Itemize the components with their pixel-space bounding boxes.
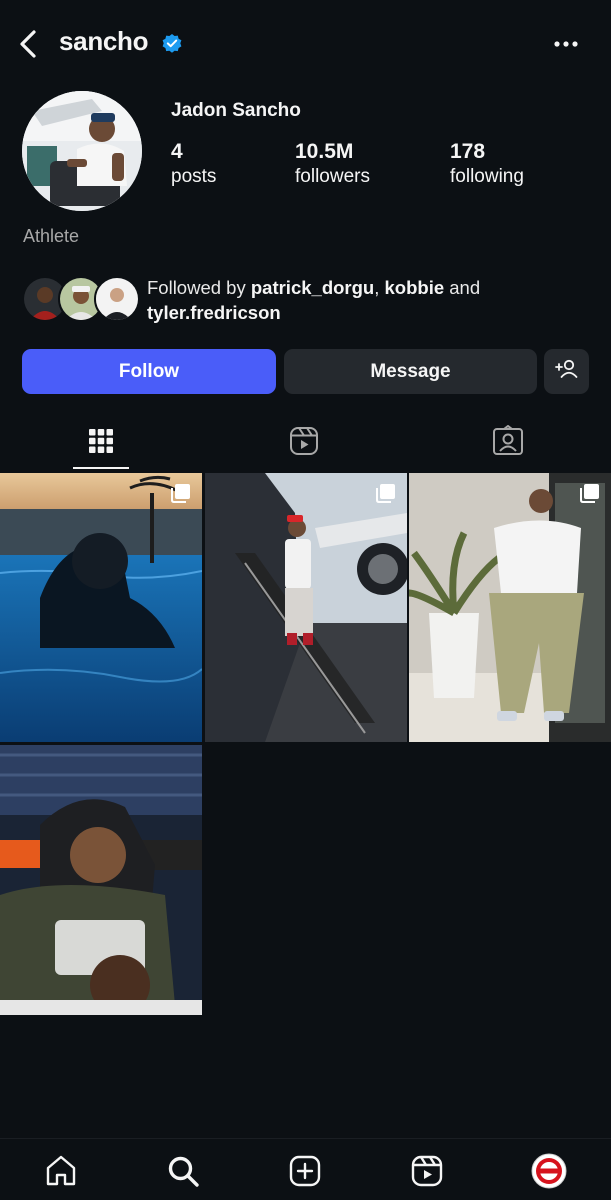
- followed-by-user[interactable]: patrick_dorgu: [251, 277, 374, 298]
- profile-category: Athlete: [23, 226, 80, 246]
- stat-following[interactable]: 178 following: [450, 140, 524, 190]
- carousel-icon: [170, 482, 192, 504]
- post-tile[interactable]: [205, 473, 407, 742]
- followed-by-and: and: [444, 277, 481, 298]
- add-user-icon: [554, 358, 579, 386]
- profile-username: sancho: [59, 26, 149, 56]
- nav-reels[interactable]: [407, 1153, 447, 1193]
- nav-create[interactable]: [285, 1153, 325, 1193]
- profile-avatar[interactable]: [22, 91, 142, 211]
- profile-tabs: [0, 414, 611, 472]
- followed-by-prefix: Followed by: [147, 277, 251, 298]
- create-icon: [288, 1154, 322, 1193]
- tab-active-indicator: [73, 467, 129, 469]
- profile-display-name: Jadon Sancho: [171, 100, 301, 121]
- mutual-avatar: [94, 276, 140, 322]
- stat-followers-label: followers: [295, 166, 370, 187]
- tab-tagged[interactable]: [480, 414, 536, 472]
- stat-posts-count: 4: [171, 140, 183, 163]
- home-icon: [44, 1154, 78, 1193]
- post-tile[interactable]: [0, 745, 202, 1015]
- stat-following-label: following: [450, 166, 524, 187]
- stat-posts[interactable]: 4 posts: [171, 140, 216, 190]
- verified-badge-icon: [161, 33, 183, 55]
- search-icon: [166, 1154, 200, 1193]
- chevron-left-icon[interactable]: [14, 28, 44, 60]
- add-user-button[interactable]: [544, 349, 589, 394]
- carousel-icon: [375, 482, 397, 504]
- followed-by-text[interactable]: Followed by patrick_dorgu, kobbie and tyl…: [147, 275, 567, 325]
- followed-by-separator: ,: [374, 277, 385, 298]
- profile-avatar-icon: [531, 1153, 567, 1194]
- more-horizontal-icon[interactable]: [553, 34, 579, 54]
- reels-icon: [288, 425, 320, 462]
- nav-home[interactable]: [41, 1153, 81, 1193]
- post-tile[interactable]: [0, 473, 202, 742]
- nav-search[interactable]: [163, 1153, 203, 1193]
- stat-followers-count: 10.5M: [295, 140, 354, 163]
- stat-posts-label: posts: [171, 166, 217, 187]
- bottom-navigation: [0, 1138, 611, 1200]
- profile-header: sancho: [0, 0, 611, 88]
- mutual-followers-avatars[interactable]: [22, 276, 140, 324]
- followed-by-user[interactable]: kobbie: [385, 277, 445, 298]
- reels-icon: [410, 1154, 444, 1193]
- message-button[interactable]: Message: [284, 349, 537, 394]
- nav-profile[interactable]: [529, 1153, 569, 1193]
- followed-by-user[interactable]: tyler.fredricson: [147, 302, 281, 323]
- stat-followers[interactable]: 10.5M followers: [295, 140, 370, 190]
- grid-icon: [87, 427, 115, 460]
- carousel-icon: [579, 482, 601, 504]
- stat-following-count: 178: [450, 140, 486, 163]
- follow-button[interactable]: Follow: [22, 349, 276, 394]
- post-tile[interactable]: [409, 473, 611, 742]
- tagged-icon: [492, 424, 524, 462]
- tab-posts-grid[interactable]: [73, 414, 129, 472]
- tab-reels[interactable]: [276, 414, 332, 472]
